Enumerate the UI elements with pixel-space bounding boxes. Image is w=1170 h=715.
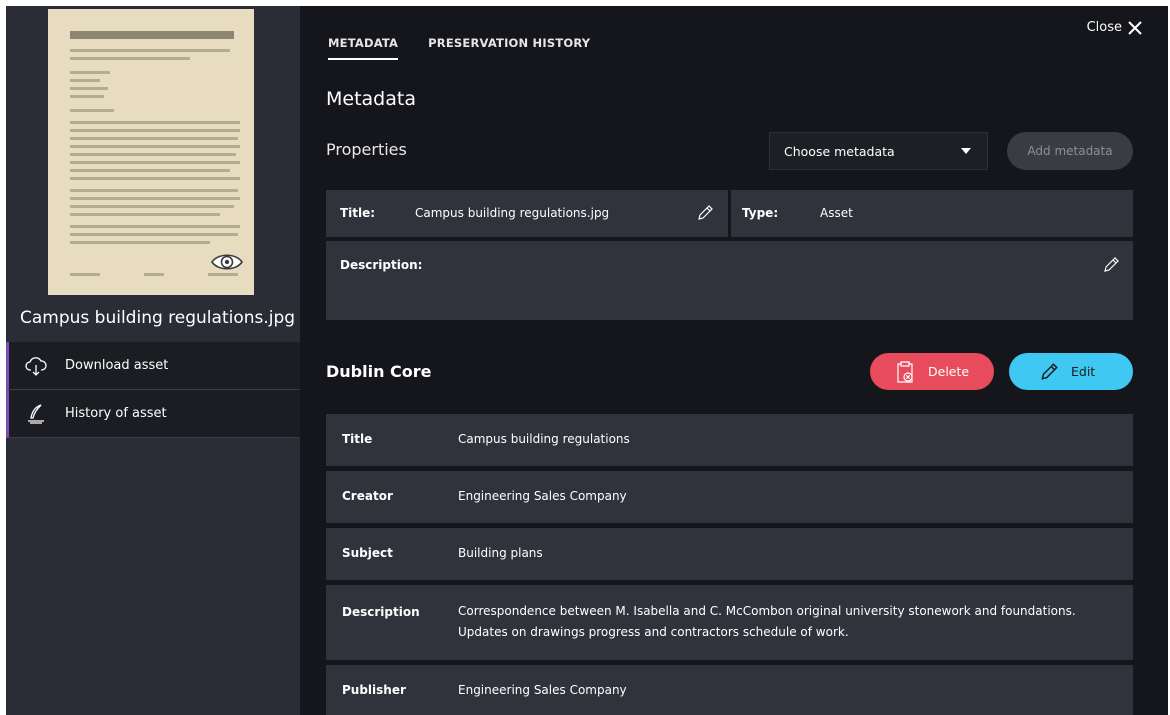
close-label: Close: [1086, 20, 1122, 35]
asset-detail-window: Campus building regulations.jpg Download…: [6, 6, 1168, 715]
edit-button[interactable]: Edit: [1009, 353, 1133, 390]
dc-value: Engineering Sales Company: [458, 489, 627, 503]
dc-label: Publisher: [342, 683, 406, 697]
close-icon: [1128, 20, 1142, 35]
edit-label: Edit: [1071, 364, 1096, 379]
properties-heading: Properties: [326, 140, 407, 159]
dc-value: Building plans: [458, 546, 543, 560]
pencil-icon: [1041, 362, 1058, 380]
description-property-label: Description:: [340, 258, 423, 272]
description-property-card: Description:: [326, 241, 1133, 320]
tab-metadata[interactable]: METADATA: [328, 36, 399, 60]
eye-icon[interactable]: [210, 251, 244, 273]
page-title: Metadata: [326, 88, 416, 110]
asset-thumbnail[interactable]: [48, 9, 254, 295]
sidebar-item-label: History of asset: [65, 406, 167, 421]
dc-value: Campus building regulations: [458, 432, 630, 446]
sidebar-item-download-asset[interactable]: Download asset: [6, 342, 300, 390]
delete-button[interactable]: Delete: [870, 353, 994, 390]
title-property-card: Title: Campus building regulations.jpg: [326, 190, 728, 237]
dc-label: Description: [342, 605, 420, 619]
cloud-download-icon: [25, 356, 47, 376]
title-property-label: Title:: [340, 206, 376, 220]
dc-row-publisher: Publisher Engineering Sales Company: [326, 665, 1133, 715]
dc-value: Correspondence between M. Isabella and C…: [458, 604, 1076, 639]
dc-value: Engineering Sales Company: [458, 683, 627, 697]
sidebar-item-history-of-asset[interactable]: History of asset: [6, 390, 300, 438]
dc-row-subject: Subject Building plans: [326, 528, 1133, 580]
edit-title-pencil-icon[interactable]: [696, 204, 714, 222]
tab-preservation-history[interactable]: PRESERVATION HISTORY: [428, 36, 590, 60]
type-property-card: Type: Asset: [731, 190, 1133, 237]
dc-label: Subject: [342, 546, 393, 560]
dc-label: Creator: [342, 489, 393, 503]
title-property-value: Campus building regulations.jpg: [415, 206, 610, 220]
quill-pen-icon: [28, 403, 44, 424]
asset-filename: Campus building regulations.jpg: [20, 308, 296, 328]
tab-bar: METADATA PRESERVATION HISTORY: [328, 36, 590, 60]
dc-row-title: Title Campus building regulations: [326, 414, 1133, 466]
metadata-panel: METADATA PRESERVATION HISTORY Close Meta…: [300, 6, 1168, 715]
sidebar-item-label: Download asset: [65, 358, 169, 373]
dublin-core-heading: Dublin Core: [326, 362, 432, 381]
type-property-value: Asset: [820, 206, 853, 220]
caret-down-icon: [961, 148, 971, 154]
dc-label: Title: [342, 432, 373, 446]
delete-clipboard-icon: [897, 360, 913, 383]
edit-description-pencil-icon[interactable]: [1102, 256, 1120, 274]
dc-row-description: Description Correspondence between M. Is…: [326, 585, 1133, 660]
type-property-label: Type:: [742, 206, 779, 220]
document-heading-mark: [70, 31, 234, 39]
select-value: Choose metadata: [784, 143, 895, 159]
asset-sidebar: Campus building regulations.jpg Download…: [6, 6, 300, 715]
dc-row-creator: Creator Engineering Sales Company: [326, 471, 1133, 523]
close-button[interactable]: Close: [1087, 20, 1142, 35]
add-metadata-button[interactable]: Add metadata: [1007, 132, 1133, 170]
delete-label: Delete: [928, 364, 970, 379]
choose-metadata-select[interactable]: Choose metadata: [769, 132, 988, 170]
